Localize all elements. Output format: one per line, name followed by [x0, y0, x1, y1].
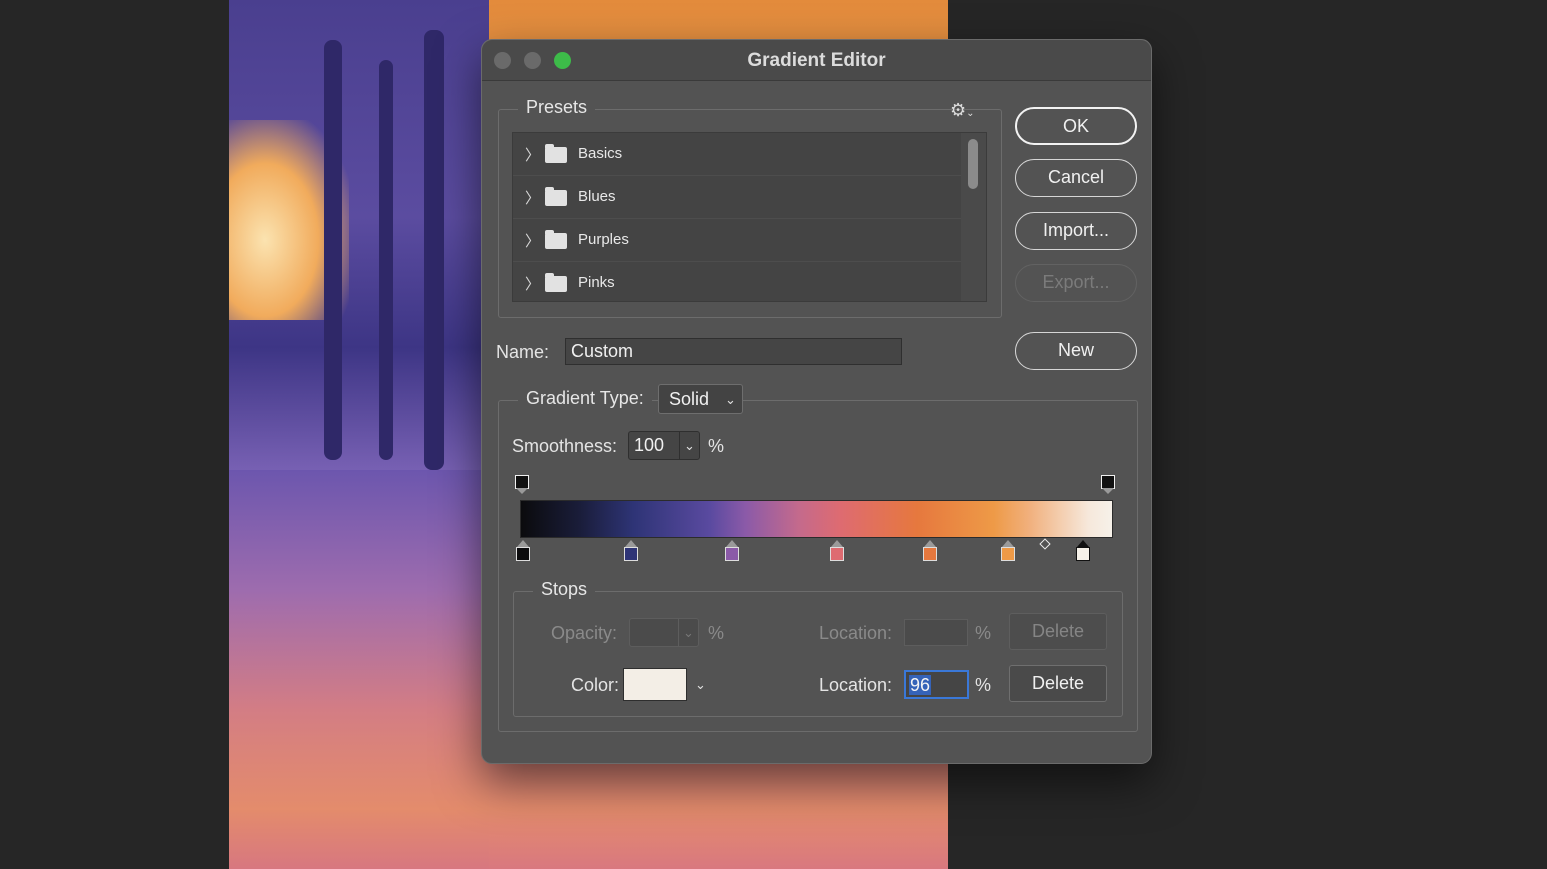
tree-trunk	[379, 60, 393, 460]
opacity-input[interactable]: ⌄	[629, 618, 699, 647]
color-stop[interactable]	[998, 540, 1018, 562]
color-stop[interactable]	[722, 540, 742, 562]
gradient-editor-dialog: Gradient Editor Presets ⚙⌄ 〉 Basics 〉 Bl…	[481, 39, 1152, 764]
gradient-type-label: Gradient Type:	[518, 388, 652, 409]
color-location-unit: %	[975, 675, 992, 695]
name-label: Name:	[496, 342, 550, 362]
cancel-button[interactable]: Cancel	[1015, 159, 1137, 197]
chevron-down-icon: ⌄	[725, 392, 736, 407]
color-location-value: 96	[909, 675, 932, 695]
opacity-location-label: Location:	[819, 623, 893, 643]
color-stop[interactable]	[513, 540, 533, 562]
gradient-preview-bar[interactable]	[520, 500, 1113, 538]
preset-folder-label: Purples	[578, 231, 629, 248]
chevron-right-icon[interactable]: 〉	[525, 230, 540, 251]
opacity-stop-right[interactable]	[1098, 475, 1118, 495]
new-button[interactable]: New	[1015, 332, 1137, 370]
export-button[interactable]: Export...	[1015, 264, 1137, 302]
delete-opacity-stop-button[interactable]: Delete	[1009, 613, 1107, 650]
color-location-label: Location:	[819, 675, 893, 695]
preset-folder-blues[interactable]: 〉 Blues	[513, 176, 963, 219]
opacity-label: Opacity:	[551, 623, 618, 643]
folder-icon	[545, 187, 567, 206]
preset-folder-pinks[interactable]: 〉 Pinks	[513, 262, 963, 301]
color-stop-selected[interactable]	[1073, 540, 1093, 562]
gradient-type-select[interactable]: Solid ⌄	[658, 384, 743, 414]
chevron-down-icon[interactable]: ⌄	[683, 625, 694, 641]
chevron-down-icon[interactable]: ⌄	[695, 677, 706, 693]
smoothness-input[interactable]: 100 ⌄	[628, 431, 700, 460]
dialog-title: Gradient Editor	[747, 50, 886, 71]
opacity-stop-left[interactable]	[512, 475, 532, 495]
color-swatch[interactable]	[623, 668, 687, 701]
gradient-type-value: Solid	[669, 389, 710, 409]
opacity-unit: %	[708, 623, 725, 643]
scroll-thumb[interactable]	[968, 139, 978, 189]
preset-folder-label: Pinks	[578, 274, 615, 291]
opacity-location-input[interactable]	[904, 619, 968, 646]
preset-folder-purples[interactable]: 〉 Purples	[513, 219, 963, 262]
folder-icon	[545, 144, 567, 163]
gear-icon[interactable]: ⚙⌄	[950, 100, 975, 121]
presets-legend: Presets	[518, 97, 596, 118]
title-bar: Gradient Editor	[482, 40, 1151, 81]
folder-icon	[545, 230, 567, 249]
presets-list[interactable]: 〉 Basics 〉 Blues 〉 Purples 〉 Pinks	[512, 132, 987, 302]
color-stop[interactable]	[920, 540, 940, 562]
smoothness-value: 100	[634, 435, 665, 455]
color-location-input[interactable]: 96	[904, 670, 969, 699]
color-label: Color:	[571, 675, 620, 695]
ok-button[interactable]: OK	[1015, 107, 1137, 145]
presets-scrollbar[interactable]	[961, 133, 986, 301]
color-stop[interactable]	[827, 540, 847, 562]
chevron-right-icon[interactable]: 〉	[525, 144, 540, 165]
smoothness-unit: %	[708, 436, 725, 456]
preset-folder-basics[interactable]: 〉 Basics	[513, 133, 963, 176]
tree-trunk	[424, 30, 444, 470]
folder-icon	[545, 273, 567, 292]
color-stop[interactable]	[621, 540, 641, 562]
delete-color-stop-button[interactable]: Delete	[1009, 665, 1107, 702]
opacity-location-unit: %	[975, 623, 992, 643]
preset-folder-label: Basics	[578, 145, 623, 162]
smoothness-label: Smoothness:	[512, 436, 618, 456]
import-button[interactable]: Import...	[1015, 212, 1137, 250]
tree-trunk	[324, 40, 342, 460]
stops-legend: Stops	[533, 579, 596, 600]
chevron-right-icon[interactable]: 〉	[525, 273, 540, 294]
name-input[interactable]: Custom	[565, 338, 902, 365]
chevron-right-icon[interactable]: 〉	[525, 187, 540, 208]
preset-folder-label: Blues	[578, 188, 616, 205]
chevron-down-icon[interactable]: ⌄	[684, 438, 695, 454]
